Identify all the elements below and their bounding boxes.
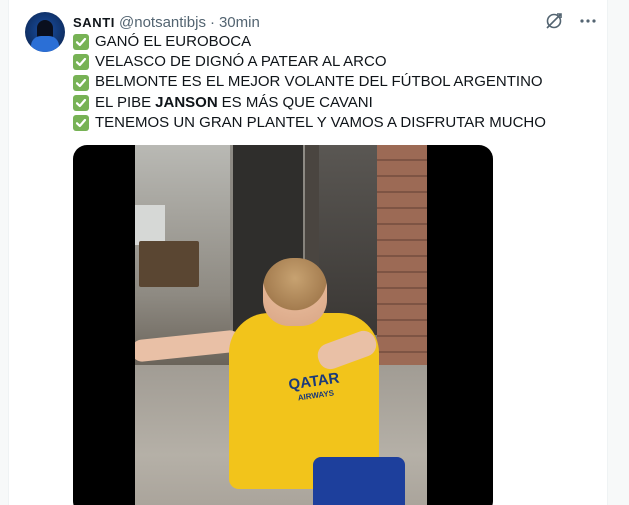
tweet-time[interactable]: 30min <box>219 14 260 31</box>
tweet-line-text: BELMONTE ES EL MEJOR VOLANTE DEL FÚTBOL … <box>95 73 543 91</box>
check-mark-icon <box>73 114 89 131</box>
tweet-line-text: EL PIBE <box>95 93 152 111</box>
hide-reply-icon[interactable] <box>543 10 565 32</box>
tweet-video[interactable]: QATAR AIRWAYS <box>73 145 493 505</box>
tweet-line: VELASCO DE DIGNÓ A PATEAR AL ARCO <box>73 52 593 72</box>
check-mark-icon <box>73 54 89 71</box>
tweet-line-text: VELASCO DE DIGNÓ A PATEAR AL ARCO <box>95 53 387 71</box>
video-frame: QATAR AIRWAYS <box>135 145 427 505</box>
kid-head <box>263 258 327 326</box>
separator-dot: · <box>209 13 215 31</box>
bold-text: JANSON <box>155 93 218 111</box>
tweet-line: TENEMOS UN GRAN PLANTEL Y VAMOS A DISFRU… <box>73 113 593 133</box>
tweet-actions <box>543 10 599 32</box>
tweet-text: GANÓ EL EUROBOCA VELASCO DE DIGNÓ A PATE… <box>73 32 593 133</box>
tweet-line-text: GANÓ EL EUROBOCA <box>95 33 252 50</box>
scene-shelf <box>139 241 199 287</box>
tweet-card[interactable]: SANTI @notsantibjs · 30min GANÓ EL EUROB… <box>8 0 608 505</box>
check-mark-icon <box>73 34 89 51</box>
tweet-line-text: TENEMOS UN GRAN PLANTEL Y VAMOS A DISFRU… <box>95 113 546 131</box>
scene-fridge <box>135 205 165 245</box>
avatar-shirt <box>31 36 59 52</box>
user-handle[interactable]: @notsantibjs <box>119 14 206 31</box>
tweet-header: SANTI @notsantibjs · 30min <box>73 12 260 32</box>
check-mark-icon <box>73 74 89 91</box>
tweet-line: GANÓ EL EUROBOCA <box>73 32 593 52</box>
scene-interior <box>319 145 377 335</box>
tweet-line: EL PIBE JANSON ES MÁS QUE CAVANI <box>73 93 593 113</box>
display-name[interactable]: SANTI <box>73 15 115 30</box>
more-options-icon[interactable] <box>577 10 599 32</box>
tweet-line-text: ES MÁS QUE CAVANI <box>221 93 373 111</box>
check-mark-icon <box>73 94 89 111</box>
avatar[interactable] <box>25 12 65 52</box>
tweet-line: BELMONTE ES EL MEJOR VOLANTE DEL FÚTBOL … <box>73 72 593 92</box>
kid-shorts <box>313 457 405 505</box>
